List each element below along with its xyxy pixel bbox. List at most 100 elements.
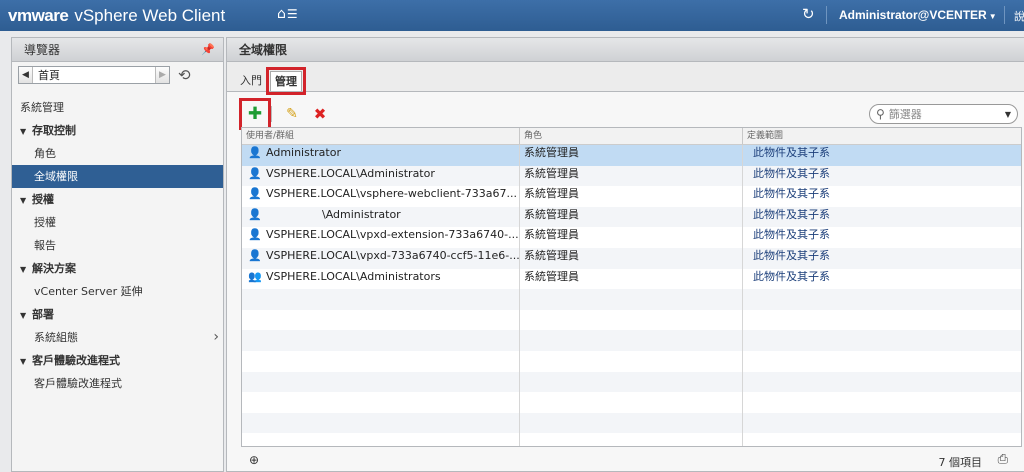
nav-item-label: 存取控制 — [32, 124, 76, 137]
empty-cell — [520, 309, 743, 331]
cell-user[interactable]: 👤 VSPHERE.LOCAL\vpxd-extension-733a6740-.… — [242, 227, 520, 248]
page-title-bar: 全域權限 — [227, 38, 1024, 62]
empty-cell — [743, 372, 1021, 393]
column-header-scope[interactable]: 定義範圍 — [743, 128, 1021, 144]
nav-item-reports[interactable]: 報告 — [12, 234, 223, 257]
navigator-list: 系統管理 ▼ 存取控制 角色 全域權限 ▼ 授權 授權 報告 ▼ 解決方案 vCent… — [12, 96, 223, 395]
triangle-down-icon[interactable]: ▼ — [20, 120, 32, 143]
back-arrow-icon[interactable]: ◀ — [19, 67, 33, 83]
nav-section-admin: 系統管理 — [12, 96, 223, 119]
cell-scope[interactable]: 此物件及其子系 — [743, 166, 1021, 187]
nav-item-label: 系統組態 — [34, 331, 78, 344]
search-icon: ⚲ — [876, 107, 885, 121]
nav-item-vcenter-extensions[interactable]: vCenter Server 延伸 — [12, 280, 223, 303]
triangle-down-icon[interactable]: ▼ — [20, 189, 32, 212]
chevron-right-icon[interactable]: › — [213, 326, 219, 349]
permissions-table: 使用者/群組 角色 定義範圍 👤 Administrator 系統管理員 此物件及其子… — [241, 127, 1022, 447]
history-icon[interactable]: ⟲ — [178, 66, 191, 84]
nav-group-deployment[interactable]: ▼ 部署 — [12, 303, 223, 326]
cell-user[interactable]: 👤 VSPHERE.LOCAL\Administrator — [242, 165, 520, 187]
cell-scope[interactable]: 此物件及其子系 — [743, 186, 1021, 207]
cell-role[interactable]: 系統管理員 — [520, 145, 743, 166]
refresh-icon[interactable]: ↻ — [802, 5, 815, 23]
cell-user[interactable]: 👤 VSPHERE.LOCAL\vpxd-733a6740-ccf5-11e6-.… — [242, 247, 520, 269]
user-menu[interactable]: Administrator@VCENTER ▼ — [839, 8, 997, 22]
export-icon[interactable]: ⎙ — [998, 452, 1008, 467]
cell-scope[interactable]: 此物件及其子系 — [743, 227, 1021, 248]
nav-item-ceip[interactable]: 客戶體驗改進程式 — [12, 372, 223, 395]
cell-scope[interactable]: 此物件及其子系 — [743, 248, 1021, 269]
tab-manage[interactable]: 管理 — [266, 67, 306, 95]
forward-arrow-icon[interactable]: ▶ — [155, 67, 169, 83]
cell-scope[interactable]: 此物件及其子系 — [743, 145, 1021, 166]
chevron-down-icon[interactable]: ▼ — [1005, 110, 1011, 119]
table-row[interactable]: 👤 VSPHERE.LOCAL\vpxd-extension-733a6740-.… — [242, 227, 1021, 248]
nav-item-global-permissions[interactable]: 全域權限 — [12, 165, 223, 188]
nav-item-label: 解決方案 — [32, 262, 76, 275]
empty-cell — [743, 289, 1021, 310]
column-header-role[interactable]: 角色 — [520, 128, 743, 144]
grid-toolbar: ✚ ✎ ✖ ⚲ 篩選器 ▼ — [227, 98, 1024, 130]
nav-item-licenses[interactable]: 授權 — [12, 211, 223, 234]
empty-cell — [242, 289, 520, 310]
help-menu[interactable]: 說 — [1014, 8, 1024, 24]
binoculars-icon[interactable]: ⊕ — [249, 453, 259, 467]
triangle-down-icon[interactable]: ▼ — [20, 304, 32, 327]
vmware-logo: vmware — [8, 5, 69, 25]
table-row[interactable]: 👤 \Administrator 系統管理員 此物件及其子系 — [242, 206, 1021, 228]
cell-role[interactable]: 系統管理員 — [520, 247, 743, 269]
table-row[interactable]: 👤 VSPHERE.LOCAL\vsphere-webclient-733a67.… — [242, 186, 1021, 207]
delete-x-icon[interactable]: ✖ — [310, 104, 330, 124]
user-icon: 👤 — [248, 187, 262, 201]
edit-pencil-icon[interactable]: ✎ — [282, 104, 302, 124]
table-row[interactable]: 👤 VSPHERE.LOCAL\Administrator 系統管理員 此物件及其子系 — [242, 165, 1021, 187]
column-header-user[interactable]: 使用者/群組 — [242, 128, 520, 144]
cell-role[interactable]: 系統管理員 — [520, 186, 743, 207]
menu-icon: ☰ — [286, 7, 298, 21]
nav-group-licensing[interactable]: ▼ 授權 — [12, 188, 223, 211]
empty-cell — [520, 289, 743, 310]
filter-placeholder[interactable]: 篩選器 — [889, 106, 1005, 122]
empty-cell — [743, 392, 1021, 413]
table-row[interactable]: 👤 Administrator 系統管理員 此物件及其子系 — [242, 145, 1021, 166]
nav-item-system-configuration[interactable]: 系統組態 › — [12, 326, 223, 349]
cell-user[interactable]: 👥 VSPHERE.LOCAL\Administrators — [242, 268, 520, 290]
user-name: VSPHERE.LOCAL\Administrators — [266, 269, 441, 283]
cell-scope[interactable]: 此物件及其子系 — [743, 269, 1021, 290]
user-icon: 👤 — [248, 248, 262, 262]
nav-item-label: 客戶體驗改進程式 — [34, 377, 122, 390]
triangle-down-icon[interactable]: ▼ — [20, 350, 32, 373]
nav-group-access-control[interactable]: ▼ 存取控制 — [12, 119, 223, 142]
table-row[interactable]: 👥 VSPHERE.LOCAL\Administrators 系統管理員 此物件及其子… — [242, 268, 1021, 290]
empty-cell — [242, 371, 520, 393]
home-menu-button[interactable]: ⌂ ☰ — [277, 6, 298, 22]
cell-role[interactable]: 系統管理員 — [520, 227, 743, 248]
cell-user[interactable]: 👤 VSPHERE.LOCAL\vsphere-webclient-733a67.… — [242, 186, 520, 207]
table-row[interactable]: 👤 VSPHERE.LOCAL\vpxd-733a6740-ccf5-11e6-.… — [242, 247, 1021, 269]
add-permission-icon[interactable]: ✚ — [239, 98, 271, 130]
filter-input[interactable]: ⚲ 篩選器 ▼ — [869, 104, 1018, 124]
table-header: 使用者/群組 角色 定義範圍 — [242, 128, 1021, 145]
toolbar-divider — [271, 106, 272, 122]
cell-role[interactable]: 系統管理員 — [520, 165, 743, 187]
nav-group-ceip[interactable]: ▼ 客戶體驗改進程式 — [12, 349, 223, 372]
cell-scope[interactable]: 此物件及其子系 — [743, 207, 1021, 228]
tab-getting-started[interactable]: 入門 — [236, 71, 266, 91]
table-body: 👤 Administrator 系統管理員 此物件及其子系 👤 VSPHERE.LOCAL… — [242, 145, 1021, 446]
cell-user[interactable]: 👤 Administrator — [242, 145, 520, 166]
empty-cell — [743, 330, 1021, 351]
user-icon: 👤 — [248, 228, 262, 242]
cell-role[interactable]: 系統管理員 — [520, 206, 743, 228]
nav-item-roles[interactable]: 角色 — [12, 142, 223, 165]
cell-user[interactable]: 👤 \Administrator — [242, 206, 520, 228]
empty-cell — [520, 433, 743, 446]
history-label[interactable]: 首頁 — [33, 67, 155, 83]
user-name: VSPHERE.LOCAL\vsphere-webclient-733a67..… — [266, 187, 518, 201]
pin-icon[interactable]: 📌 — [201, 43, 215, 56]
cell-role[interactable]: 系統管理員 — [520, 268, 743, 290]
history-breadcrumb[interactable]: ◀ 首頁 ▶ — [18, 66, 170, 84]
nav-group-solutions[interactable]: ▼ 解決方案 — [12, 257, 223, 280]
brand-logo: vmware vSphere Web Client — [0, 6, 225, 26]
empty-cell — [743, 413, 1021, 434]
triangle-down-icon[interactable]: ▼ — [20, 258, 32, 281]
